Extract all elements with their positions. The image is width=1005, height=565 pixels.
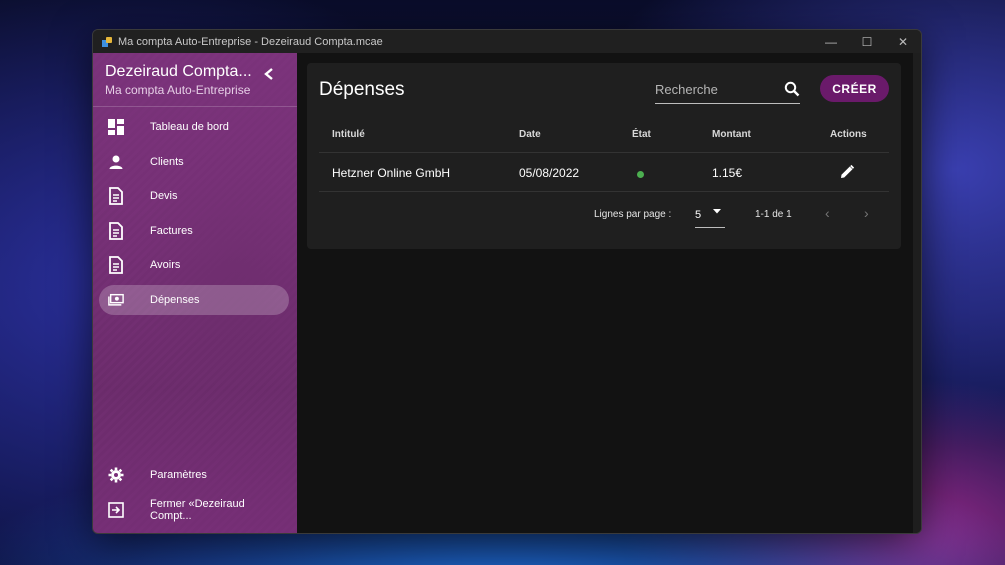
rows-per-page-select[interactable]: 5 [695, 203, 725, 228]
sidebar-item-factures[interactable]: Factures [99, 216, 289, 246]
sidebar-item-label: Clients [150, 156, 184, 168]
dashboard-icon [108, 119, 124, 135]
expenses-card: Dépenses CRÉER Intitulé Date État Montan… [307, 63, 901, 249]
sidebar-item-label: Tableau de bord [150, 121, 229, 133]
sidebar-item-label: Factures [150, 225, 193, 237]
column-header-montant[interactable]: Montant [712, 129, 751, 140]
main-content: Dépenses CRÉER Intitulé Date État Montan… [297, 53, 913, 533]
chevron-left-icon[interactable] [263, 67, 275, 86]
sidebar: Dezeiraud Compta... Ma compta Auto-Entre… [93, 53, 297, 533]
search-field [655, 77, 800, 104]
window-title: Ma compta Auto-Entreprise - Dezeiraud Co… [118, 35, 383, 48]
sidebar-item-tableau-de-bord[interactable]: Tableau de bord [99, 112, 289, 142]
create-button[interactable]: CRÉER [820, 75, 889, 102]
money-icon [108, 292, 124, 308]
app-logo-icon [102, 36, 112, 47]
sidebar-item-avoirs[interactable]: Avoirs [99, 250, 289, 280]
sidebar-item-depenses[interactable]: Dépenses [99, 285, 289, 315]
app-subtitle: Ma compta Auto-Entreprise [105, 83, 251, 97]
sidebar-item-clients[interactable]: Clients [99, 147, 289, 177]
search-input[interactable] [655, 77, 775, 101]
caret-down-icon [712, 206, 722, 219]
minimize-button[interactable]: — [813, 30, 849, 53]
sidebar-item-label: Dépenses [150, 294, 200, 306]
document-icon [108, 256, 124, 274]
app-title: Dezeiraud Compta... [105, 63, 252, 80]
close-button[interactable]: ✕ [885, 30, 921, 53]
column-header-intitule[interactable]: Intitulé [332, 129, 365, 140]
document-icon [108, 222, 124, 240]
sidebar-item-label: Paramètres [150, 469, 207, 481]
app-window: Ma compta Auto-Entreprise - Dezeiraud Co… [92, 29, 922, 534]
rows-per-page-value: 5 [695, 209, 702, 221]
window-controls: — ☐ ✕ [813, 30, 921, 53]
divider [319, 191, 889, 192]
sidebar-item-parametres[interactable]: Paramètres [99, 460, 289, 490]
status-indicator [637, 171, 644, 178]
search-icon[interactable] [784, 81, 800, 102]
person-icon [108, 154, 124, 170]
maximize-button[interactable]: ☐ [849, 30, 885, 53]
sidebar-header: Dezeiraud Compta... Ma compta Auto-Entre… [93, 53, 297, 107]
title-bar: Ma compta Auto-Entreprise - Dezeiraud Co… [93, 30, 921, 53]
rows-per-page-label: Lignes par page : [594, 209, 672, 220]
column-header-actions: Actions [830, 129, 867, 140]
pencil-icon[interactable] [839, 164, 855, 183]
cell-title: Hetzner Online GmbH [332, 166, 451, 180]
page-title: Dépenses [319, 79, 405, 100]
sidebar-item-label: Avoirs [150, 259, 181, 271]
divider [319, 152, 889, 153]
sidebar-item-fermer[interactable]: Fermer «Dezeiraud Compt... [99, 495, 289, 525]
cell-date: 05/08/2022 [519, 166, 580, 180]
sidebar-item-devis[interactable]: Devis [99, 181, 289, 211]
cell-amount: 1.15€ [712, 166, 743, 180]
sidebar-item-label: Fermer «Dezeiraud Compt... [150, 498, 245, 522]
document-icon [108, 187, 124, 205]
sidebar-item-label: Devis [150, 190, 178, 202]
chevron-right-icon[interactable]: › [864, 205, 869, 221]
gear-icon [108, 467, 124, 483]
scrollbar[interactable] [913, 53, 921, 533]
exit-icon [108, 502, 124, 518]
pagination-range: 1-1 de 1 [755, 209, 792, 220]
column-header-date[interactable]: Date [519, 129, 541, 140]
chevron-left-icon[interactable]: ‹ [825, 205, 830, 221]
column-header-etat[interactable]: État [632, 129, 651, 140]
